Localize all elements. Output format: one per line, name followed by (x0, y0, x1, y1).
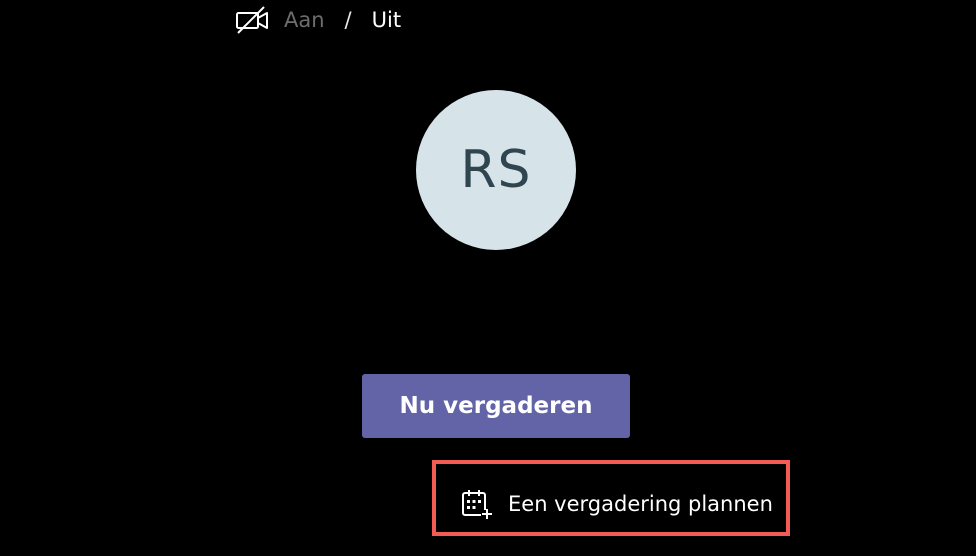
camera-toggle-separator: / (344, 8, 352, 32)
camera-on-option[interactable]: Aan (284, 8, 325, 32)
meet-now-label: Nu vergaderen (399, 393, 593, 419)
meet-now-screen: RS Nu vergaderen Aan / Uit Een vergaderi… (0, 0, 976, 556)
schedule-meeting-link[interactable]: Een vergadering plannen (460, 484, 773, 524)
schedule-meeting-label: Een vergadering plannen (508, 492, 773, 516)
camera-toggle[interactable]: Aan / Uit (234, 0, 401, 40)
camera-off-icon (234, 5, 270, 35)
avatar-initials: RS (460, 140, 532, 200)
avatar: RS (416, 90, 576, 250)
camera-off-option[interactable]: Uit (372, 8, 401, 32)
calendar-add-icon (460, 488, 494, 520)
meet-now-button[interactable]: Nu vergaderen (362, 374, 630, 438)
